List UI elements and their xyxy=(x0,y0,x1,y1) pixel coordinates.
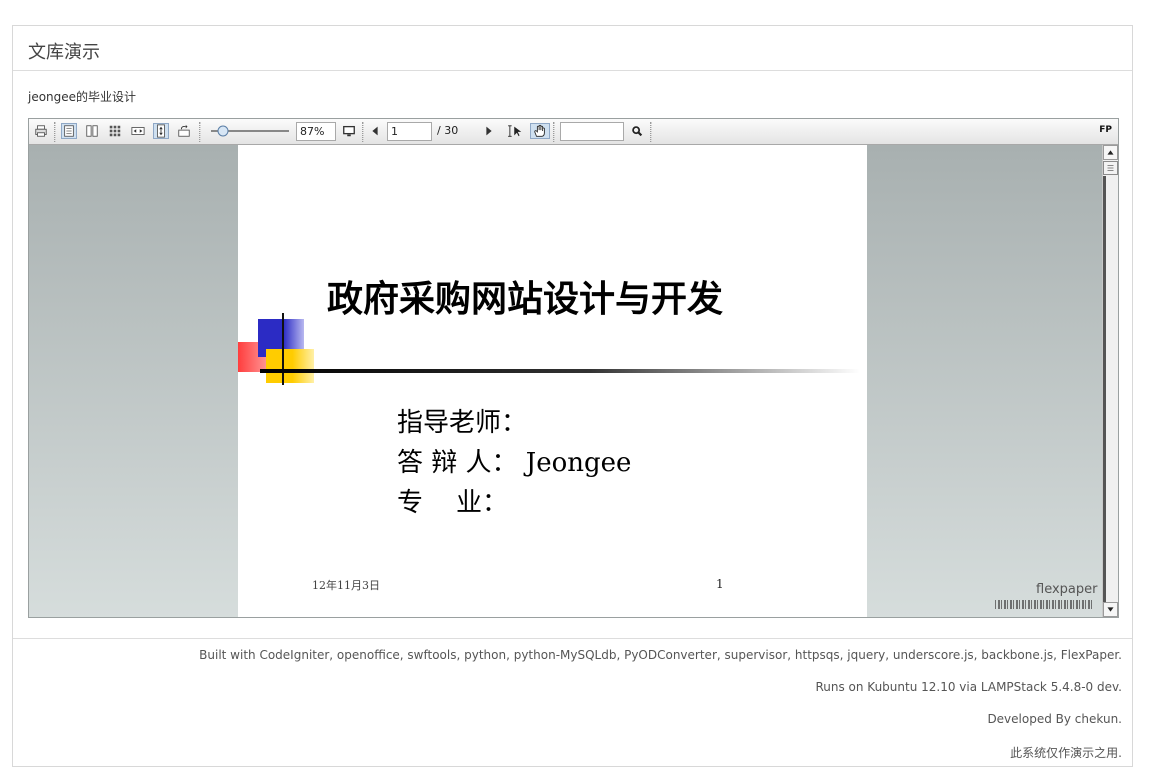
scroll-down-icon[interactable] xyxy=(1103,602,1118,617)
panel-title: 文库演示 xyxy=(28,42,100,63)
watermark-barcode xyxy=(995,600,1093,609)
fit-height-icon[interactable] xyxy=(153,123,169,139)
hand-tool-icon[interactable] xyxy=(530,123,550,139)
major-line: 专 业： xyxy=(397,488,509,518)
page-number-input[interactable]: 1 xyxy=(387,122,432,141)
print-icon[interactable] xyxy=(33,123,49,139)
viewer-toolbar: 87% 1 / 30 FP xyxy=(29,119,1118,145)
document-name: jeongee的毕业设计 xyxy=(28,90,137,104)
vertical-scrollbar[interactable] xyxy=(1102,145,1118,617)
decorative-yellow-square xyxy=(266,349,314,383)
document-panel: 文库演示 jeongee的毕业设计 87% 1 / 30 FP 政府采购网站设计… xyxy=(12,25,1133,767)
decorative-vertical-line xyxy=(282,313,284,385)
fullscreen-icon[interactable] xyxy=(341,123,357,139)
next-page-icon[interactable] xyxy=(481,123,497,139)
slide-info: 指导老师： 答 辩 人： Jeongee 专 业： xyxy=(397,403,631,523)
toolbar-separator xyxy=(199,122,201,142)
thumbnails-icon[interactable] xyxy=(107,123,123,139)
footer-developed-by: Developed By chekun. xyxy=(987,712,1122,726)
toolbar-separator xyxy=(553,122,555,142)
footer-notice: 此系统仅作演示之用. xyxy=(1010,746,1122,760)
fit-width-icon[interactable] xyxy=(130,123,146,139)
slide-page-number: 1 xyxy=(716,577,724,591)
footer-built-with: Built with CodeIgniter, openoffice, swft… xyxy=(199,648,1122,662)
search-icon[interactable] xyxy=(629,123,645,139)
toolbar-separator xyxy=(362,122,364,142)
title-underline xyxy=(260,369,860,373)
search-input[interactable] xyxy=(560,122,624,141)
scroll-up-icon[interactable] xyxy=(1103,145,1118,160)
scroll-thumb[interactable] xyxy=(1103,161,1118,175)
slide-title: 政府采购网站设计与开发 xyxy=(326,278,723,320)
zoom-input[interactable]: 87% xyxy=(296,122,336,141)
defender-line: 答 辩 人： Jeongee xyxy=(397,448,632,478)
scroll-track[interactable] xyxy=(1103,176,1106,603)
text-select-icon[interactable] xyxy=(506,123,526,139)
document-canvas[interactable]: 政府采购网站设计与开发 指导老师： 答 辩 人： Jeongee 专 业： 12年1… xyxy=(29,145,1102,617)
flexpaper-viewer: 87% 1 / 30 FP 政府采购网站设计与开发 指导老师： 答 辩 人： J… xyxy=(28,118,1119,618)
single-page-icon[interactable] xyxy=(61,123,77,139)
document-page: 政府采购网站设计与开发 指导老师： 答 辩 人： Jeongee 专 业： 12年1… xyxy=(238,145,867,617)
flexpaper-watermark: flexpaper xyxy=(1036,582,1098,597)
two-page-icon[interactable] xyxy=(84,123,100,139)
flexpaper-logo[interactable]: FP xyxy=(1099,125,1112,135)
toolbar-separator xyxy=(54,122,56,142)
slide-date: 12年11月3日 xyxy=(312,579,380,592)
zoom-slider[interactable] xyxy=(209,123,291,139)
footer-divider xyxy=(13,638,1132,639)
panel-heading: 文库演示 xyxy=(13,26,1132,71)
advisor-line: 指导老师： xyxy=(397,408,528,438)
page-total: / 30 xyxy=(437,124,459,137)
rotate-icon[interactable] xyxy=(176,123,192,139)
footer-runs-on: Runs on Kubuntu 12.10 via LAMPStack 5.4.… xyxy=(815,680,1122,694)
toolbar-separator xyxy=(650,122,652,142)
prev-page-icon[interactable] xyxy=(367,123,383,139)
